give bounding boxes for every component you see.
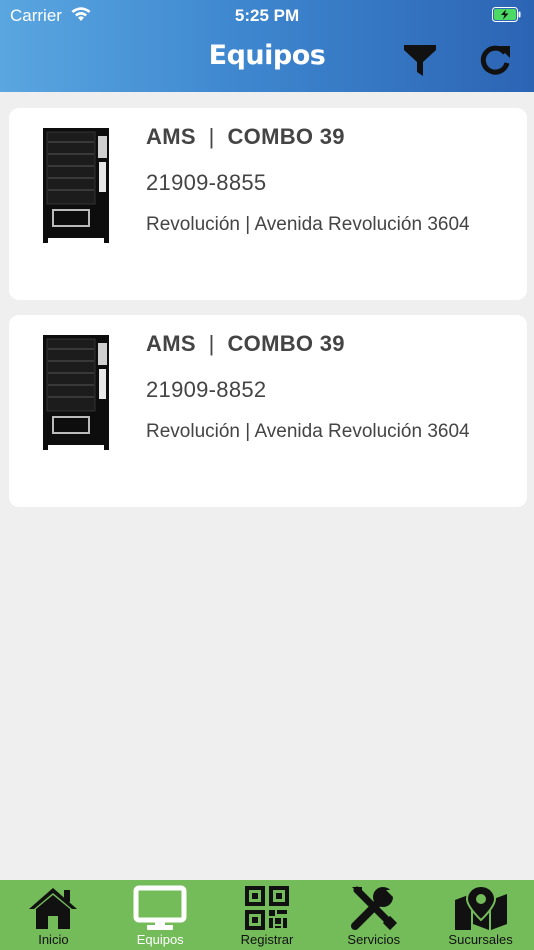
equipo-serial: 21909-8852 [146, 377, 267, 402]
tab-inicio[interactable]: Inicio [0, 880, 107, 950]
equipo-serial: 21909-8855 [146, 170, 267, 195]
equipo-model: COMBO 39 [227, 331, 345, 356]
tools-icon [350, 886, 397, 931]
home-icon [29, 888, 78, 929]
status-time: 5:25 PM [234, 6, 300, 25]
tab-label: Registrar [240, 932, 294, 947]
equipo-title: AMS | COMBO 39 [146, 331, 345, 356]
equipo-card[interactable]: AMS | COMBO 39 21909-8852 Revolución | A… [9, 315, 527, 507]
tab-label: Inicio [38, 932, 69, 947]
equipo-location: Revolución | Avenida Revolución 3604 [146, 214, 470, 235]
monitor-icon [133, 885, 187, 930]
app-header: Carrier 5:25 PM Equipos [0, 0, 534, 92]
tab-sucursales[interactable]: Sucursales [427, 880, 534, 950]
equipo-location: Revolución | Avenida Revolución 3604 [146, 421, 470, 442]
equipo-title: AMS | COMBO 39 [146, 124, 345, 149]
equipo-model: COMBO 39 [227, 124, 345, 149]
vending-machine-image [39, 333, 113, 453]
page-title: Equipos [208, 40, 326, 71]
filter-button[interactable] [400, 40, 440, 80]
status-bar: Carrier 5:25 PM [0, 0, 534, 30]
bottom-tab-bar: Inicio Equipos Registrar Servicios Sucur… [0, 880, 534, 950]
equipo-brand: AMS [146, 124, 196, 149]
tab-label: Sucursales [448, 932, 513, 947]
tab-label: Servicios [347, 932, 401, 947]
vending-machine-image [39, 126, 113, 246]
equipo-brand: AMS [146, 331, 196, 356]
equipo-card[interactable]: AMS | COMBO 39 21909-8855 Revolución | A… [9, 108, 527, 300]
battery-icon [492, 7, 522, 27]
tab-label: Equipos [136, 932, 184, 947]
tab-equipos[interactable]: Equipos [107, 880, 214, 950]
tab-servicios[interactable]: Servicios [320, 880, 427, 950]
refresh-icon [480, 45, 510, 75]
refresh-button[interactable] [476, 40, 516, 80]
tab-registrar[interactable]: Registrar [214, 880, 321, 950]
map-pin-icon [454, 884, 507, 930]
filter-icon [404, 45, 436, 76]
qr-code-icon [244, 886, 289, 930]
